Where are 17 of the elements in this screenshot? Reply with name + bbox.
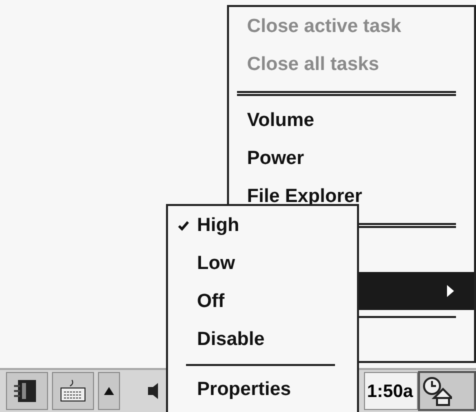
door-icon[interactable] bbox=[6, 372, 48, 410]
menu-item[interactable]: Off bbox=[197, 288, 224, 316]
up-arrow-icon bbox=[104, 387, 114, 395]
menu-item[interactable]: Properties bbox=[197, 376, 291, 404]
menu-item[interactable]: Low bbox=[197, 250, 235, 278]
submenu-arrow-icon bbox=[447, 285, 454, 297]
clock-home-icon[interactable] bbox=[418, 371, 476, 411]
menu-item[interactable]: Power bbox=[247, 148, 304, 170]
keyboard-icon[interactable] bbox=[52, 372, 94, 410]
menu-item[interactable]: File Explorer bbox=[247, 186, 362, 208]
menu-item[interactable]: Disable bbox=[197, 326, 265, 354]
menu-item[interactable]: Volume bbox=[247, 110, 314, 132]
scroll-up-button[interactable] bbox=[98, 372, 120, 410]
clock[interactable]: 1:50a bbox=[364, 372, 418, 410]
checkmark-icon bbox=[178, 221, 189, 231]
speaker-icon[interactable] bbox=[148, 383, 158, 399]
menu-item[interactable]: High bbox=[197, 212, 240, 240]
